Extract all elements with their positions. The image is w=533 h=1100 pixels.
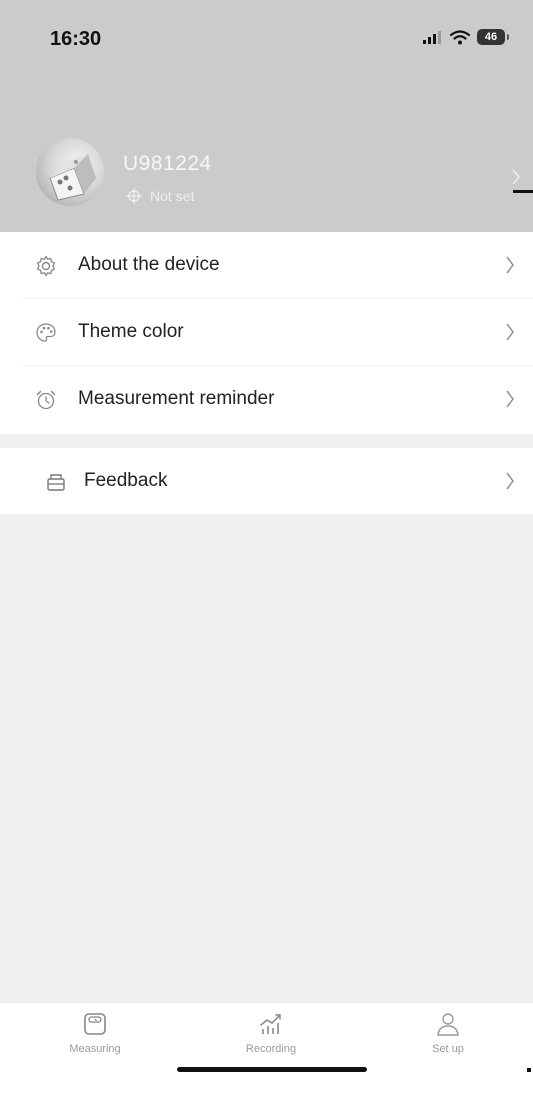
menu-item-label: Theme color — [78, 321, 184, 342]
tab-label: Set up — [432, 1043, 464, 1055]
feedback-icon — [47, 474, 65, 491]
chevron-right-icon — [506, 390, 514, 408]
home-indicator[interactable] — [177, 1067, 367, 1072]
chevron-right-icon — [506, 323, 514, 341]
menu-item-label: About the device — [78, 254, 220, 275]
menu-item-measurement-reminder[interactable]: Measurement reminder — [0, 366, 533, 433]
location-crosshair-icon — [126, 188, 142, 204]
menu-item-label: Feedback — [84, 470, 168, 491]
gear-icon — [36, 255, 56, 277]
feedback-section: Feedback — [0, 448, 533, 514]
battery-level: 46 — [484, 31, 498, 43]
edge-marker — [527, 1068, 531, 1072]
tab-recording[interactable]: Recording — [211, 1011, 331, 1055]
user-icon — [437, 1013, 459, 1036]
scale-icon — [84, 1013, 106, 1035]
chart-icon — [260, 1014, 281, 1034]
location-row: Not set — [126, 188, 194, 204]
status-bar: 16:30 46 — [0, 0, 533, 80]
alarm-clock-icon — [36, 390, 56, 410]
chevron-right-icon — [512, 169, 521, 185]
tab-set-up[interactable]: Set up — [388, 1011, 508, 1055]
wifi-icon — [450, 29, 470, 44]
settings-menu: About the device Theme color Measurement… — [0, 232, 533, 434]
menu-item-feedback[interactable]: Feedback — [0, 448, 533, 515]
bottom-tab-bar: Measuring Recording Set up — [0, 1002, 533, 1100]
chevron-right-icon — [506, 256, 514, 274]
battery-icon: 46 — [477, 29, 509, 45]
profile-header: 16:30 46 U981224 Not set — [0, 0, 533, 232]
menu-item-theme-color[interactable]: Theme color — [0, 299, 533, 366]
location-text: Not set — [150, 188, 195, 204]
palette-icon — [36, 323, 56, 342]
menu-item-about-device[interactable]: About the device — [0, 232, 533, 299]
avatar-image — [49, 154, 96, 201]
avatar[interactable] — [36, 138, 104, 206]
tab-label: Measuring — [69, 1043, 121, 1055]
profile-row[interactable]: U981224 Not set — [36, 138, 533, 218]
status-time: 16:30 — [50, 28, 102, 50]
edge-marker — [513, 190, 533, 193]
tab-measuring[interactable]: Measuring — [35, 1011, 155, 1055]
status-icons: 46 — [423, 29, 509, 45]
tab-label: Recording — [245, 1043, 297, 1055]
menu-item-label: Measurement reminder — [78, 388, 275, 409]
chevron-right-icon — [506, 472, 514, 490]
username: U981224 — [123, 152, 212, 175]
signal-icon — [423, 31, 441, 44]
